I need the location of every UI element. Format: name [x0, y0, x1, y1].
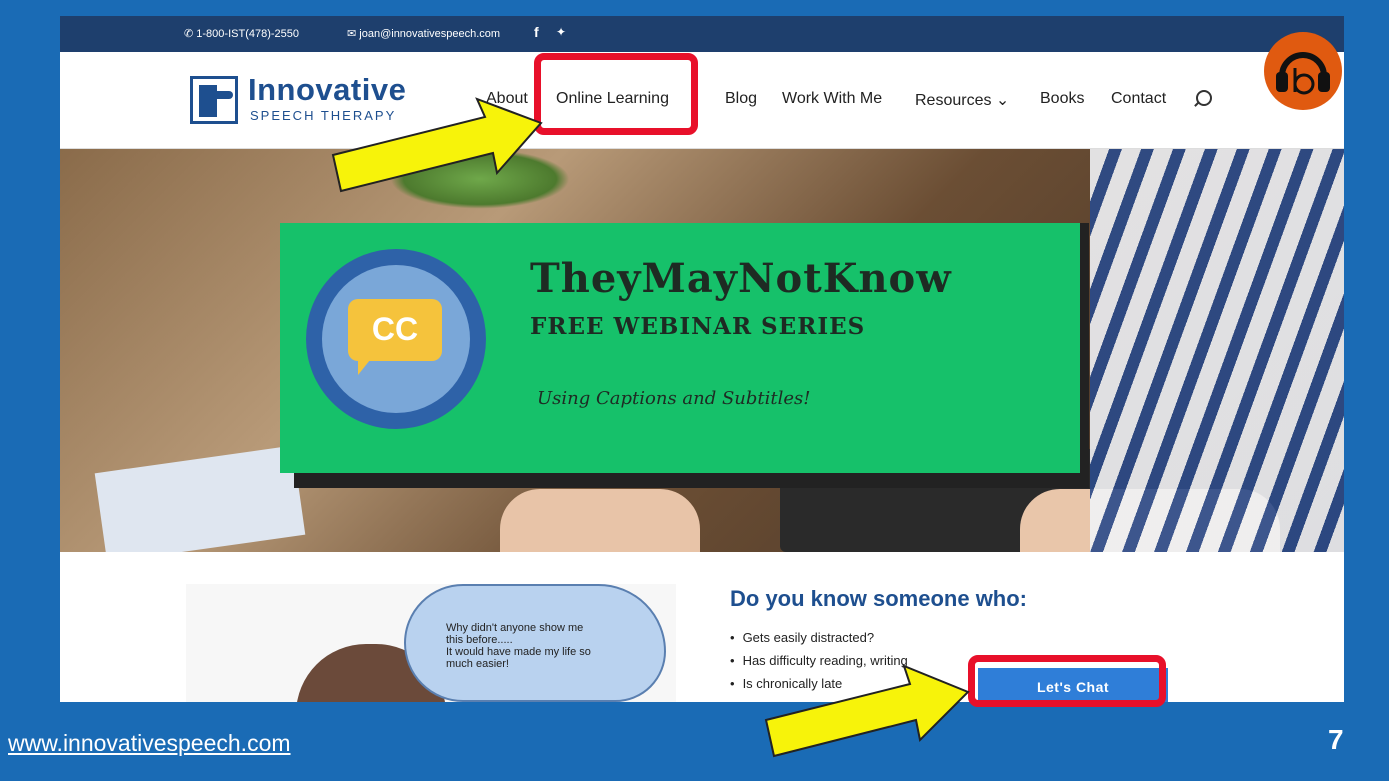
nav-work-with-me[interactable]: Work With Me	[782, 90, 882, 108]
nav-contact[interactable]: Contact	[1111, 90, 1166, 108]
cloud-line: It would have made my life so	[446, 646, 591, 658]
cc-label: CC	[371, 311, 419, 347]
thought-cloud-text: Why didn't anyone show me this before...…	[446, 622, 636, 670]
section-heading: Do you know someone who:	[730, 586, 1028, 611]
list-item: Gets easily distracted?	[730, 626, 908, 649]
email-contact[interactable]: ✉ joan@innovativespeech.com	[347, 27, 500, 40]
arrow-to-chat-icon	[764, 664, 970, 758]
podcast-headphones-icon[interactable]	[1264, 32, 1342, 110]
nav-resources[interactable]: Resources ⌄	[915, 90, 1009, 110]
website-screenshot: ✆ 1-800-IST(478)-2550 ✉ joan@innovatives…	[60, 16, 1344, 702]
phone-number[interactable]: 1-800-IST(478)-2550	[196, 28, 299, 40]
cc-badge-inner: CC	[322, 265, 470, 413]
slide-number: 7	[1328, 724, 1344, 755]
logo-mark-icon	[190, 76, 238, 124]
webinar-banner[interactable]: CC TheyMayNotKnow FREE WEBINAR SERIES Us…	[280, 223, 1080, 473]
phone-contact[interactable]: ✆ 1-800-IST(478)-2550	[184, 27, 299, 40]
hand-photo	[500, 489, 700, 552]
nav-blog[interactable]: Blog	[725, 90, 757, 108]
online-learning-highlight	[534, 53, 698, 135]
nav-books[interactable]: Books	[1040, 90, 1084, 108]
speech-bubble-tail	[358, 355, 374, 375]
slide: ✆ 1-800-IST(478)-2550 ✉ joan@innovatives…	[0, 0, 1389, 781]
facebook-icon[interactable]: f	[534, 24, 539, 40]
top-bar: ✆ 1-800-IST(478)-2550 ✉ joan@innovatives…	[60, 16, 1344, 52]
cloud-line: this before.....	[446, 634, 513, 646]
banner-title: TheyMayNotKnow	[530, 255, 952, 302]
footer-url-link[interactable]: www.innovativespeech.com	[8, 730, 291, 757]
cloud-line: much easier!	[446, 658, 509, 670]
site-header: Innovative SPEECH THERAPY About Online L…	[60, 52, 1344, 149]
email-address[interactable]: joan@innovativespeech.com	[359, 28, 500, 40]
banner-subtitle: FREE WEBINAR SERIES	[530, 313, 866, 340]
speech-bubble-icon: CC	[348, 299, 442, 375]
banner-tagline: Using Captions and Subtitles!	[537, 388, 811, 409]
cc-badge-icon: CC	[306, 249, 486, 429]
thought-cloud-image: Why didn't anyone show me this before...…	[186, 584, 676, 702]
search-icon[interactable]	[1196, 90, 1212, 106]
striped-shirt-photo	[1090, 149, 1344, 552]
arrow-to-online-learning-icon	[331, 97, 543, 193]
cloud-line: Why didn't anyone show me	[446, 622, 584, 634]
chat-highlight	[968, 655, 1166, 707]
twitter-icon[interactable]: ✦	[556, 25, 566, 39]
chart-paper-photo	[94, 445, 306, 552]
thought-cloud: Why didn't anyone show me this before...…	[404, 584, 666, 702]
